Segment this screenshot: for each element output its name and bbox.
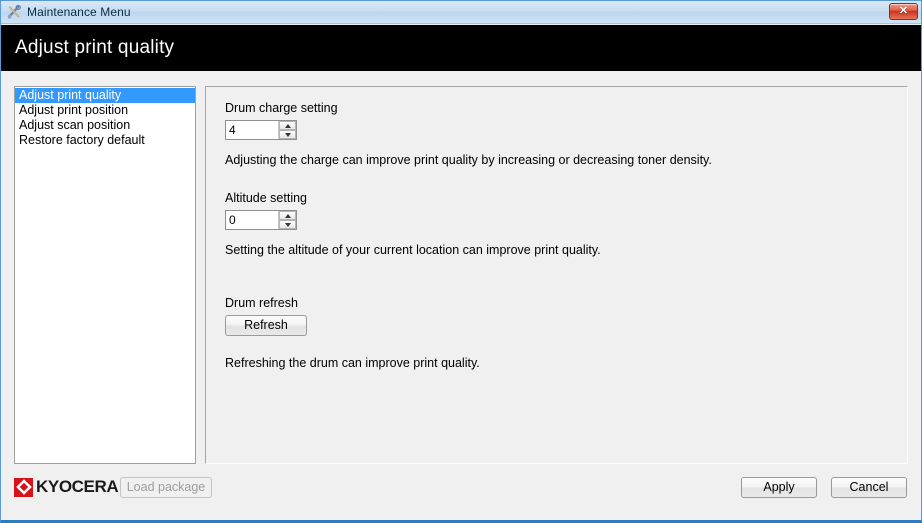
chevron-down-icon bbox=[284, 222, 291, 227]
drum-charge-spinner[interactable] bbox=[225, 120, 297, 140]
drum-charge-increment-button[interactable] bbox=[279, 121, 296, 130]
altitude-label: Altitude setting bbox=[225, 191, 307, 205]
cancel-button[interactable]: Cancel bbox=[831, 477, 907, 498]
kyocera-logo: KYOCERA bbox=[14, 476, 119, 498]
kyocera-wordmark: KYOCERA bbox=[36, 477, 119, 496]
altitude-spin-buttons[interactable] bbox=[278, 211, 296, 229]
maintenance-menu-window: Maintenance Menu ✕ Adjust print quality … bbox=[0, 0, 922, 523]
page-header-banner: Adjust print quality bbox=[1, 25, 921, 71]
chevron-down-icon bbox=[284, 132, 291, 137]
drum-charge-group: Drum charge setting bbox=[225, 101, 338, 140]
drum-refresh-description: Refreshing the drum can improve print qu… bbox=[225, 356, 480, 370]
altitude-increment-button[interactable] bbox=[279, 211, 296, 220]
drum-charge-input[interactable] bbox=[226, 121, 278, 139]
refresh-button[interactable]: Refresh bbox=[225, 315, 307, 336]
apply-button[interactable]: Apply bbox=[741, 477, 817, 498]
chevron-up-icon bbox=[284, 213, 291, 218]
maintenance-tools-icon bbox=[6, 4, 22, 20]
altitude-decrement-button[interactable] bbox=[279, 220, 296, 229]
drum-charge-decrement-button[interactable] bbox=[279, 130, 296, 139]
drum-charge-label: Drum charge setting bbox=[225, 101, 338, 115]
drum-refresh-group: Drum refresh Refresh bbox=[225, 296, 307, 336]
content-panel: Drum charge setting Adjusting the charge… bbox=[205, 86, 908, 464]
altitude-spinner[interactable] bbox=[225, 210, 297, 230]
body-area: Adjust print quality Adjust print positi… bbox=[1, 71, 921, 520]
drum-charge-description: Adjusting the charge can improve print q… bbox=[225, 153, 712, 167]
close-icon: ✕ bbox=[898, 5, 909, 17]
altitude-group: Altitude setting bbox=[225, 191, 307, 230]
sidebar-item-adjust-print-quality[interactable]: Adjust print quality bbox=[15, 88, 195, 103]
drum-charge-spin-buttons[interactable] bbox=[278, 121, 296, 139]
sidebar-item-adjust-print-position[interactable]: Adjust print position bbox=[15, 103, 195, 118]
title-bar: Maintenance Menu ✕ bbox=[1, 1, 921, 24]
sidebar-item-restore-factory-default[interactable]: Restore factory default bbox=[15, 133, 195, 148]
page-title: Adjust print quality bbox=[15, 37, 175, 58]
load-package-button[interactable]: Load package bbox=[120, 477, 212, 498]
sidebar-item-adjust-scan-position[interactable]: Adjust scan position bbox=[15, 118, 195, 133]
drum-refresh-label: Drum refresh bbox=[225, 296, 298, 310]
kyocera-mark-icon bbox=[14, 477, 33, 497]
altitude-description: Setting the altitude of your current loc… bbox=[225, 243, 601, 257]
chevron-up-icon bbox=[284, 123, 291, 128]
navigation-list[interactable]: Adjust print quality Adjust print positi… bbox=[14, 86, 196, 464]
window-title: Maintenance Menu bbox=[27, 5, 131, 19]
close-button[interactable]: ✕ bbox=[889, 3, 918, 20]
altitude-input[interactable] bbox=[226, 211, 278, 229]
